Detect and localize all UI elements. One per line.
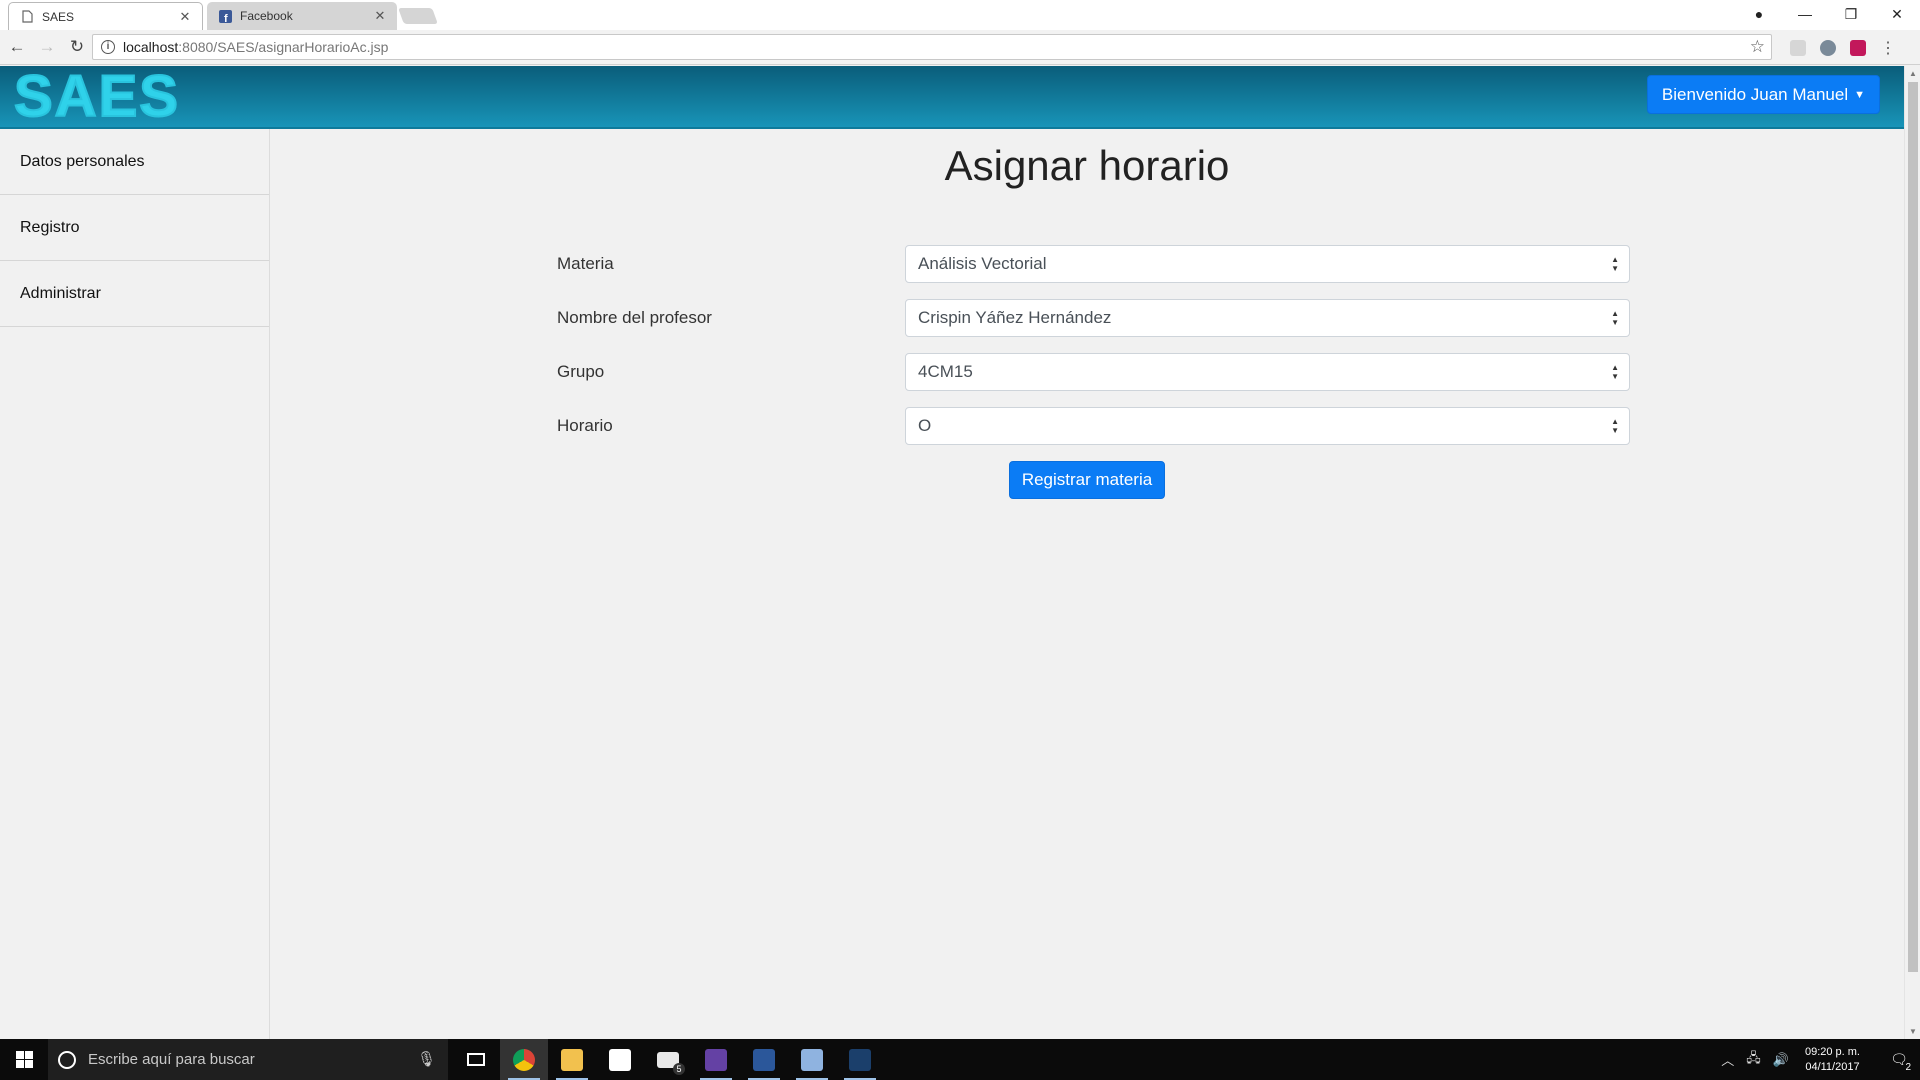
- select-arrows-icon: ▲ ▼: [1611, 255, 1619, 273]
- page-title: Asignar horario: [944, 142, 1230, 189]
- extension-icon[interactable]: [1790, 40, 1806, 56]
- windows-logo-icon: [15, 1051, 33, 1068]
- extension-icons: ⋮: [1790, 38, 1896, 58]
- scroll-down-icon[interactable]: ▼: [1905, 1027, 1920, 1036]
- tray-chevron-icon[interactable]: ︿: [1721, 1050, 1734, 1069]
- restore-icon[interactable]: ❐: [1828, 6, 1874, 23]
- app-header: SAES Bienvenido Juan Manuel ▼: [0, 66, 1904, 129]
- url-path: :8080/SAES/asignarHorarioAc.jsp: [178, 39, 389, 55]
- bookmark-star-icon[interactable]: ☆: [1750, 37, 1765, 57]
- sidebar: Datos personales Registro Administrar: [0, 129, 270, 1039]
- minimize-icon[interactable]: —: [1782, 6, 1828, 22]
- user-menu-button[interactable]: Bienvenido Juan Manuel ▼: [1646, 75, 1880, 114]
- network-icon[interactable]: 🖧: [1746, 1049, 1761, 1071]
- welcome-label: Bienvenido Juan Manuel: [1661, 84, 1849, 104]
- grupo-label: Grupo: [557, 362, 605, 381]
- close-window-icon[interactable]: ✕: [1874, 6, 1920, 23]
- registrar-materia-button[interactable]: Registrar materia: [1009, 461, 1165, 499]
- form-row-materia: Materia Análisis Vectorial ▲ ▼: [557, 245, 1647, 283]
- file-explorer-icon[interactable]: [548, 1039, 596, 1080]
- word-icon[interactable]: [740, 1039, 788, 1080]
- netbeans-icon[interactable]: [836, 1039, 884, 1080]
- sidebar-item-datos-personales[interactable]: Datos personales: [0, 129, 269, 195]
- horario-value: O: [918, 416, 932, 435]
- store-icon[interactable]: [596, 1039, 644, 1080]
- extension-eye-icon[interactable]: [1820, 40, 1836, 56]
- notification-count: 2: [1905, 1062, 1911, 1073]
- chrome-icon[interactable]: [500, 1039, 548, 1080]
- sidebar-item-registro[interactable]: Registro: [0, 195, 269, 261]
- windows-taskbar: Escribe aquí para buscar 🎙 5 ︿ 🖧 🔊 09:20…: [0, 1039, 1920, 1080]
- start-button[interactable]: [0, 1039, 48, 1080]
- svg-text:f: f: [224, 13, 228, 23]
- tab-saes[interactable]: SAES ✕: [8, 2, 203, 30]
- browser-toolbar: ← → ↻ i localhost:8080/SAES/asignarHorar…: [0, 30, 1920, 65]
- info-icon[interactable]: i: [101, 40, 115, 54]
- virtualbox-icon[interactable]: [788, 1039, 836, 1080]
- scroll-thumb[interactable]: [1908, 82, 1918, 972]
- url-host: localhost: [123, 39, 179, 55]
- browser-tabstrip: SAES ✕ f Facebook ✕ ● — ❐ ✕: [0, 0, 1920, 30]
- forward-arrow-icon[interactable]: →: [34, 37, 60, 57]
- profesor-select[interactable]: Crispin Yáñez Hernández ▲ ▼: [905, 299, 1630, 337]
- page-icon: [22, 10, 33, 23]
- new-tab-button[interactable]: [398, 8, 438, 24]
- horario-select[interactable]: O ▲ ▼: [905, 407, 1630, 445]
- microphone-icon[interactable]: 🎙: [417, 1050, 436, 1068]
- form-row-horario: Horario O ▲ ▼: [557, 407, 1647, 445]
- twitch-icon[interactable]: [692, 1039, 740, 1080]
- profesor-label: Nombre del profesor: [557, 308, 712, 327]
- saes-logo[interactable]: SAES: [13, 67, 180, 127]
- horario-label: Horario: [557, 416, 613, 435]
- tab-title: Facebook: [240, 9, 293, 23]
- caret-down-icon: ▼: [1854, 88, 1865, 101]
- taskbar-clock[interactable]: 09:20 p. m. 04/11/2017: [1805, 1045, 1860, 1075]
- back-arrow-icon[interactable]: ←: [4, 37, 30, 57]
- clock-date: 04/11/2017: [1805, 1060, 1860, 1073]
- action-center-icon[interactable]: 🗨 2: [1878, 1039, 1920, 1080]
- menu-dots-icon[interactable]: ⋮: [1880, 38, 1896, 58]
- tab-title: SAES: [42, 9, 75, 24]
- system-tray: ︿ 🖧 🔊 09:20 p. m. 04/11/2017 🗨 2: [1721, 1039, 1920, 1080]
- materia-select[interactable]: Análisis Vectorial ▲ ▼: [905, 245, 1630, 283]
- materia-label: Materia: [557, 254, 614, 273]
- facebook-icon: f: [219, 9, 232, 23]
- extension-flag-icon[interactable]: [1850, 40, 1866, 56]
- select-arrows-icon: ▲ ▼: [1611, 309, 1619, 327]
- main-content: Asignar horario Materia Análisis Vectori…: [270, 129, 1904, 1039]
- form-row-profesor: Nombre del profesor Crispin Yáñez Hernán…: [557, 299, 1647, 337]
- select-arrows-icon: ▲ ▼: [1611, 417, 1619, 435]
- reload-icon[interactable]: ↻: [64, 37, 90, 57]
- select-arrows-icon: ▲ ▼: [1611, 363, 1619, 381]
- address-bar[interactable]: i localhost:8080/SAES/asignarHorarioAc.j…: [92, 34, 1772, 60]
- page-scrollbar[interactable]: ▲ ▼: [1904, 66, 1920, 1039]
- form-row-grupo: Grupo 4CM15 ▲ ▼: [557, 353, 1647, 391]
- window-controls: ● — ❐ ✕: [1736, 0, 1920, 28]
- task-view-icon[interactable]: [452, 1039, 500, 1080]
- profile-icon[interactable]: ●: [1736, 6, 1782, 22]
- volume-icon[interactable]: 🔊: [1773, 1052, 1789, 1068]
- tab-close-icon[interactable]: ✕: [373, 8, 387, 24]
- materia-value: Análisis Vectorial: [918, 254, 1047, 273]
- taskbar-apps: 5: [452, 1039, 884, 1080]
- scroll-up-icon[interactable]: ▲: [1905, 69, 1920, 78]
- mail-badge: 5: [673, 1063, 685, 1075]
- clock-time: 09:20 p. m.: [1804, 1045, 1860, 1058]
- taskbar-search-placeholder: Escribe aquí para buscar: [88, 1051, 255, 1068]
- sidebar-item-administrar[interactable]: Administrar: [0, 261, 269, 327]
- grupo-select[interactable]: 4CM15 ▲ ▼: [905, 353, 1630, 391]
- mail-icon[interactable]: 5: [644, 1039, 692, 1080]
- profesor-value: Crispin Yáñez Hernández: [918, 308, 1112, 327]
- tab-close-icon[interactable]: ✕: [178, 9, 192, 25]
- taskbar-search-box[interactable]: Escribe aquí para buscar 🎙: [48, 1039, 448, 1080]
- grupo-value: 4CM15: [918, 362, 973, 381]
- cortana-icon: [58, 1050, 76, 1069]
- tab-facebook[interactable]: f Facebook ✕: [207, 2, 397, 30]
